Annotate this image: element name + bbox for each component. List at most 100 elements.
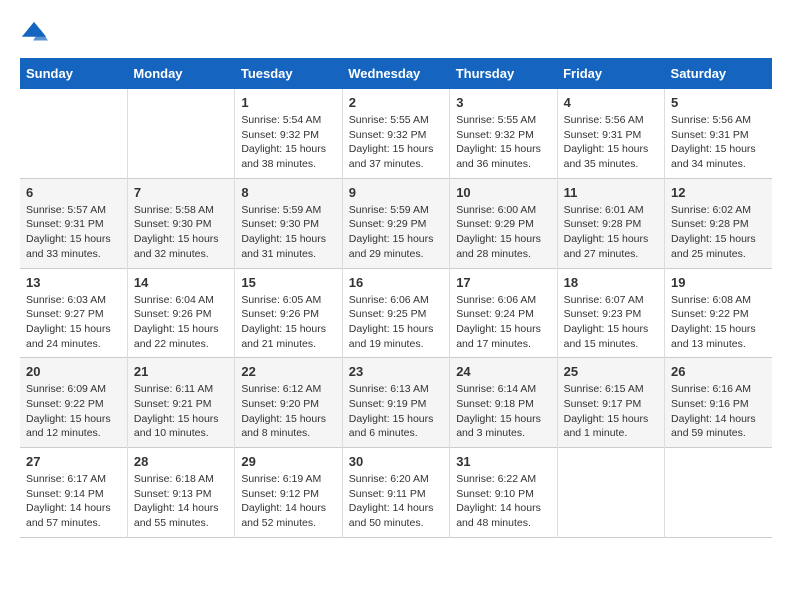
day-content: Sunrise: 6:05 AM Sunset: 9:26 PM Dayligh… bbox=[241, 293, 335, 352]
calendar-cell: 29 Sunrise: 6:19 AM Sunset: 9:12 PM Dayli… bbox=[235, 448, 342, 538]
day-number: 27 bbox=[26, 454, 121, 469]
calendar-cell: 19 Sunrise: 6:08 AM Sunset: 9:22 PM Dayli… bbox=[665, 268, 772, 358]
day-content: Sunrise: 6:04 AM Sunset: 9:26 PM Dayligh… bbox=[134, 293, 228, 352]
calendar-table: SundayMondayTuesdayWednesdayThursdayFrid… bbox=[20, 58, 772, 538]
day-content: Sunrise: 5:59 AM Sunset: 9:30 PM Dayligh… bbox=[241, 203, 335, 262]
day-header-thursday: Thursday bbox=[450, 58, 557, 89]
page-header bbox=[20, 20, 772, 48]
day-content: Sunrise: 6:18 AM Sunset: 9:13 PM Dayligh… bbox=[134, 472, 228, 531]
day-content: Sunrise: 6:11 AM Sunset: 9:21 PM Dayligh… bbox=[134, 382, 228, 441]
day-content: Sunrise: 6:20 AM Sunset: 9:11 PM Dayligh… bbox=[349, 472, 443, 531]
calendar-cell: 11Sunrise: 6:01 AM Sunset: 9:28 PM Dayli… bbox=[557, 178, 664, 268]
calendar-cell: 26 Sunrise: 6:16 AM Sunset: 9:16 PM Dayli… bbox=[665, 358, 772, 448]
calendar-cell: 14 Sunrise: 6:04 AM Sunset: 9:26 PM Dayli… bbox=[127, 268, 234, 358]
calendar-cell: 8 Sunrise: 5:59 AM Sunset: 9:30 PM Daylig… bbox=[235, 178, 342, 268]
day-content: Sunrise: 6:00 AM Sunset: 9:29 PM Dayligh… bbox=[456, 203, 550, 262]
day-header-friday: Friday bbox=[557, 58, 664, 89]
day-number: 9 bbox=[349, 185, 443, 200]
day-header-wednesday: Wednesday bbox=[342, 58, 449, 89]
calendar-cell: 20Sunrise: 6:09 AM Sunset: 9:22 PM Dayli… bbox=[20, 358, 127, 448]
day-number: 28 bbox=[134, 454, 228, 469]
calendar-cell: 28 Sunrise: 6:18 AM Sunset: 9:13 PM Dayli… bbox=[127, 448, 234, 538]
calendar-cell: 5 Sunrise: 5:56 AM Sunset: 9:31 PM Daylig… bbox=[665, 89, 772, 178]
calendar-cell bbox=[127, 89, 234, 178]
calendar-cell: 22 Sunrise: 6:12 AM Sunset: 9:20 PM Dayli… bbox=[235, 358, 342, 448]
day-number: 16 bbox=[349, 275, 443, 290]
day-number: 11 bbox=[564, 185, 658, 200]
day-number: 20 bbox=[26, 364, 121, 379]
calendar-cell: 7 Sunrise: 5:58 AM Sunset: 9:30 PM Daylig… bbox=[127, 178, 234, 268]
week-row-4: 20Sunrise: 6:09 AM Sunset: 9:22 PM Dayli… bbox=[20, 358, 772, 448]
calendar-cell: 9 Sunrise: 5:59 AM Sunset: 9:29 PM Daylig… bbox=[342, 178, 449, 268]
day-number: 6 bbox=[26, 185, 121, 200]
calendar-cell: 31 Sunrise: 6:22 AM Sunset: 9:10 PM Dayli… bbox=[450, 448, 557, 538]
day-number: 17 bbox=[456, 275, 550, 290]
week-row-5: 27Sunrise: 6:17 AM Sunset: 9:14 PM Dayli… bbox=[20, 448, 772, 538]
day-content: Sunrise: 5:54 AM Sunset: 9:32 PM Dayligh… bbox=[241, 113, 335, 172]
day-content: Sunrise: 6:03 AM Sunset: 9:27 PM Dayligh… bbox=[26, 293, 121, 352]
day-header-monday: Monday bbox=[127, 58, 234, 89]
day-content: Sunrise: 5:55 AM Sunset: 9:32 PM Dayligh… bbox=[349, 113, 443, 172]
day-number: 23 bbox=[349, 364, 443, 379]
logo bbox=[20, 20, 50, 48]
day-number: 2 bbox=[349, 95, 443, 110]
day-number: 1 bbox=[241, 95, 335, 110]
day-content: Sunrise: 6:19 AM Sunset: 9:12 PM Dayligh… bbox=[241, 472, 335, 531]
calendar-cell: 12Sunrise: 6:02 AM Sunset: 9:28 PM Dayli… bbox=[665, 178, 772, 268]
calendar-cell bbox=[665, 448, 772, 538]
day-number: 4 bbox=[564, 95, 658, 110]
logo-icon bbox=[20, 20, 48, 48]
day-number: 8 bbox=[241, 185, 335, 200]
week-row-2: 6Sunrise: 5:57 AM Sunset: 9:31 PM Daylig… bbox=[20, 178, 772, 268]
day-content: Sunrise: 6:13 AM Sunset: 9:19 PM Dayligh… bbox=[349, 382, 443, 441]
day-header-sunday: Sunday bbox=[20, 58, 127, 89]
day-content: Sunrise: 5:59 AM Sunset: 9:29 PM Dayligh… bbox=[349, 203, 443, 262]
calendar-cell: 17 Sunrise: 6:06 AM Sunset: 9:24 PM Dayli… bbox=[450, 268, 557, 358]
day-content: Sunrise: 6:07 AM Sunset: 9:23 PM Dayligh… bbox=[564, 293, 658, 352]
day-number: 21 bbox=[134, 364, 228, 379]
day-number: 14 bbox=[134, 275, 228, 290]
header-row: SundayMondayTuesdayWednesdayThursdayFrid… bbox=[20, 58, 772, 89]
day-number: 26 bbox=[671, 364, 766, 379]
day-number: 13 bbox=[26, 275, 121, 290]
calendar-cell: 23 Sunrise: 6:13 AM Sunset: 9:19 PM Dayli… bbox=[342, 358, 449, 448]
day-content: Sunrise: 5:58 AM Sunset: 9:30 PM Dayligh… bbox=[134, 203, 228, 262]
day-content: Sunrise: 6:06 AM Sunset: 9:25 PM Dayligh… bbox=[349, 293, 443, 352]
day-number: 3 bbox=[456, 95, 550, 110]
day-content: Sunrise: 6:06 AM Sunset: 9:24 PM Dayligh… bbox=[456, 293, 550, 352]
day-content: Sunrise: 6:14 AM Sunset: 9:18 PM Dayligh… bbox=[456, 382, 550, 441]
week-row-1: 1 Sunrise: 5:54 AM Sunset: 9:32 PM Daylig… bbox=[20, 89, 772, 178]
day-content: Sunrise: 6:02 AM Sunset: 9:28 PM Dayligh… bbox=[671, 203, 766, 262]
day-content: Sunrise: 5:56 AM Sunset: 9:31 PM Dayligh… bbox=[564, 113, 658, 172]
calendar-cell: 3 Sunrise: 5:55 AM Sunset: 9:32 PM Daylig… bbox=[450, 89, 557, 178]
day-number: 7 bbox=[134, 185, 228, 200]
day-number: 18 bbox=[564, 275, 658, 290]
calendar-cell: 27Sunrise: 6:17 AM Sunset: 9:14 PM Dayli… bbox=[20, 448, 127, 538]
day-number: 5 bbox=[671, 95, 766, 110]
day-content: Sunrise: 6:08 AM Sunset: 9:22 PM Dayligh… bbox=[671, 293, 766, 352]
day-number: 29 bbox=[241, 454, 335, 469]
day-header-saturday: Saturday bbox=[665, 58, 772, 89]
calendar-cell: 13 Sunrise: 6:03 AM Sunset: 9:27 PM Dayli… bbox=[20, 268, 127, 358]
day-number: 30 bbox=[349, 454, 443, 469]
calendar-cell: 10 Sunrise: 6:00 AM Sunset: 9:29 PM Dayli… bbox=[450, 178, 557, 268]
day-content: Sunrise: 6:16 AM Sunset: 9:16 PM Dayligh… bbox=[671, 382, 766, 441]
day-content: Sunrise: 5:55 AM Sunset: 9:32 PM Dayligh… bbox=[456, 113, 550, 172]
calendar-cell: 30 Sunrise: 6:20 AM Sunset: 9:11 PM Dayli… bbox=[342, 448, 449, 538]
calendar-cell: 21 Sunrise: 6:11 AM Sunset: 9:21 PM Dayli… bbox=[127, 358, 234, 448]
day-content: Sunrise: 5:56 AM Sunset: 9:31 PM Dayligh… bbox=[671, 113, 766, 172]
day-content: Sunrise: 6:15 AM Sunset: 9:17 PM Dayligh… bbox=[564, 382, 658, 441]
day-number: 31 bbox=[456, 454, 550, 469]
calendar-cell: 15Sunrise: 6:05 AM Sunset: 9:26 PM Dayli… bbox=[235, 268, 342, 358]
calendar-cell: 6Sunrise: 5:57 AM Sunset: 9:31 PM Daylig… bbox=[20, 178, 127, 268]
day-content: Sunrise: 6:12 AM Sunset: 9:20 PM Dayligh… bbox=[241, 382, 335, 441]
calendar-cell: 18 Sunrise: 6:07 AM Sunset: 9:23 PM Dayli… bbox=[557, 268, 664, 358]
calendar-cell: 1 Sunrise: 5:54 AM Sunset: 9:32 PM Daylig… bbox=[235, 89, 342, 178]
day-number: 22 bbox=[241, 364, 335, 379]
calendar-cell bbox=[557, 448, 664, 538]
day-number: 10 bbox=[456, 185, 550, 200]
calendar-cell: 25Sunrise: 6:15 AM Sunset: 9:17 PM Dayli… bbox=[557, 358, 664, 448]
day-content: Sunrise: 6:22 AM Sunset: 9:10 PM Dayligh… bbox=[456, 472, 550, 531]
calendar-cell: 16 Sunrise: 6:06 AM Sunset: 9:25 PM Dayli… bbox=[342, 268, 449, 358]
day-number: 19 bbox=[671, 275, 766, 290]
